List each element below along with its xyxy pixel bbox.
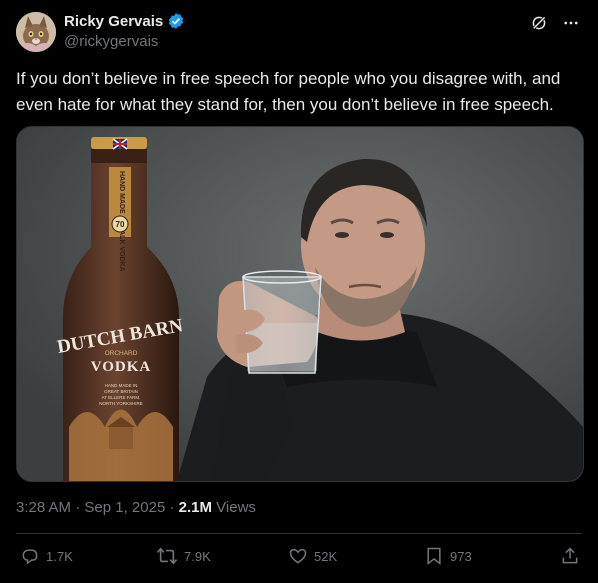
post-image[interactable]: HAND MADE · CHALK VODKA 70 DUTCH BARN OR…	[16, 126, 584, 482]
post-text: If you don’t believe in free speech for …	[16, 69, 561, 114]
like-button[interactable]: 52K	[288, 546, 337, 566]
svg-text:NORTH YORKSHIRE: NORTH YORKSHIRE	[99, 401, 143, 406]
reply-icon	[20, 546, 40, 566]
tweet: Ricky Gervais @rickygervais If you don’t…	[0, 0, 598, 583]
views-label: Views	[216, 499, 256, 516]
post-date[interactable]: Sep 1, 2025	[84, 499, 165, 516]
more-icon[interactable]	[562, 14, 580, 32]
bookmark-count: 973	[450, 548, 472, 564]
svg-text:GREAT BRITAIN: GREAT BRITAIN	[104, 389, 138, 394]
post-time[interactable]: 3:28 AM	[16, 499, 71, 516]
divider	[16, 533, 582, 534]
svg-text:AT ELLERS FARM,: AT ELLERS FARM,	[102, 395, 141, 400]
verified-badge-icon	[167, 12, 185, 30]
bottle-sub: ORCHARD	[105, 350, 138, 357]
share-icon	[560, 546, 580, 566]
author-name[interactable]: Ricky Gervais	[64, 13, 163, 30]
post-meta: 3:28 AM · Sep 1, 2025 · 2.1M Views	[16, 499, 256, 516]
bottle-abv: 70	[116, 220, 125, 229]
repost-icon	[156, 546, 178, 566]
like-icon	[288, 546, 308, 566]
bottle-product: VODKA	[91, 359, 152, 375]
like-count: 52K	[314, 548, 338, 564]
author-name-row[interactable]: Ricky Gervais	[64, 12, 185, 30]
repost-button[interactable]: 7.9K	[156, 546, 211, 566]
bookmark-icon	[424, 546, 444, 566]
share-button[interactable]	[560, 546, 580, 566]
avatar[interactable]	[16, 12, 56, 52]
views-count: 2.1M	[178, 499, 212, 516]
action-bar: 1.7K 7.9K 52K 973	[16, 546, 582, 574]
reply-count: 1.7K	[46, 548, 73, 564]
bookmark-button[interactable]: 973	[424, 546, 472, 566]
repost-count: 7.9K	[184, 548, 211, 564]
reply-button[interactable]: 1.7K	[20, 546, 73, 566]
svg-text:HAND MADE IN: HAND MADE IN	[105, 383, 138, 388]
author-handle[interactable]: @rickygervais	[64, 33, 158, 50]
grok-icon[interactable]	[530, 14, 548, 32]
